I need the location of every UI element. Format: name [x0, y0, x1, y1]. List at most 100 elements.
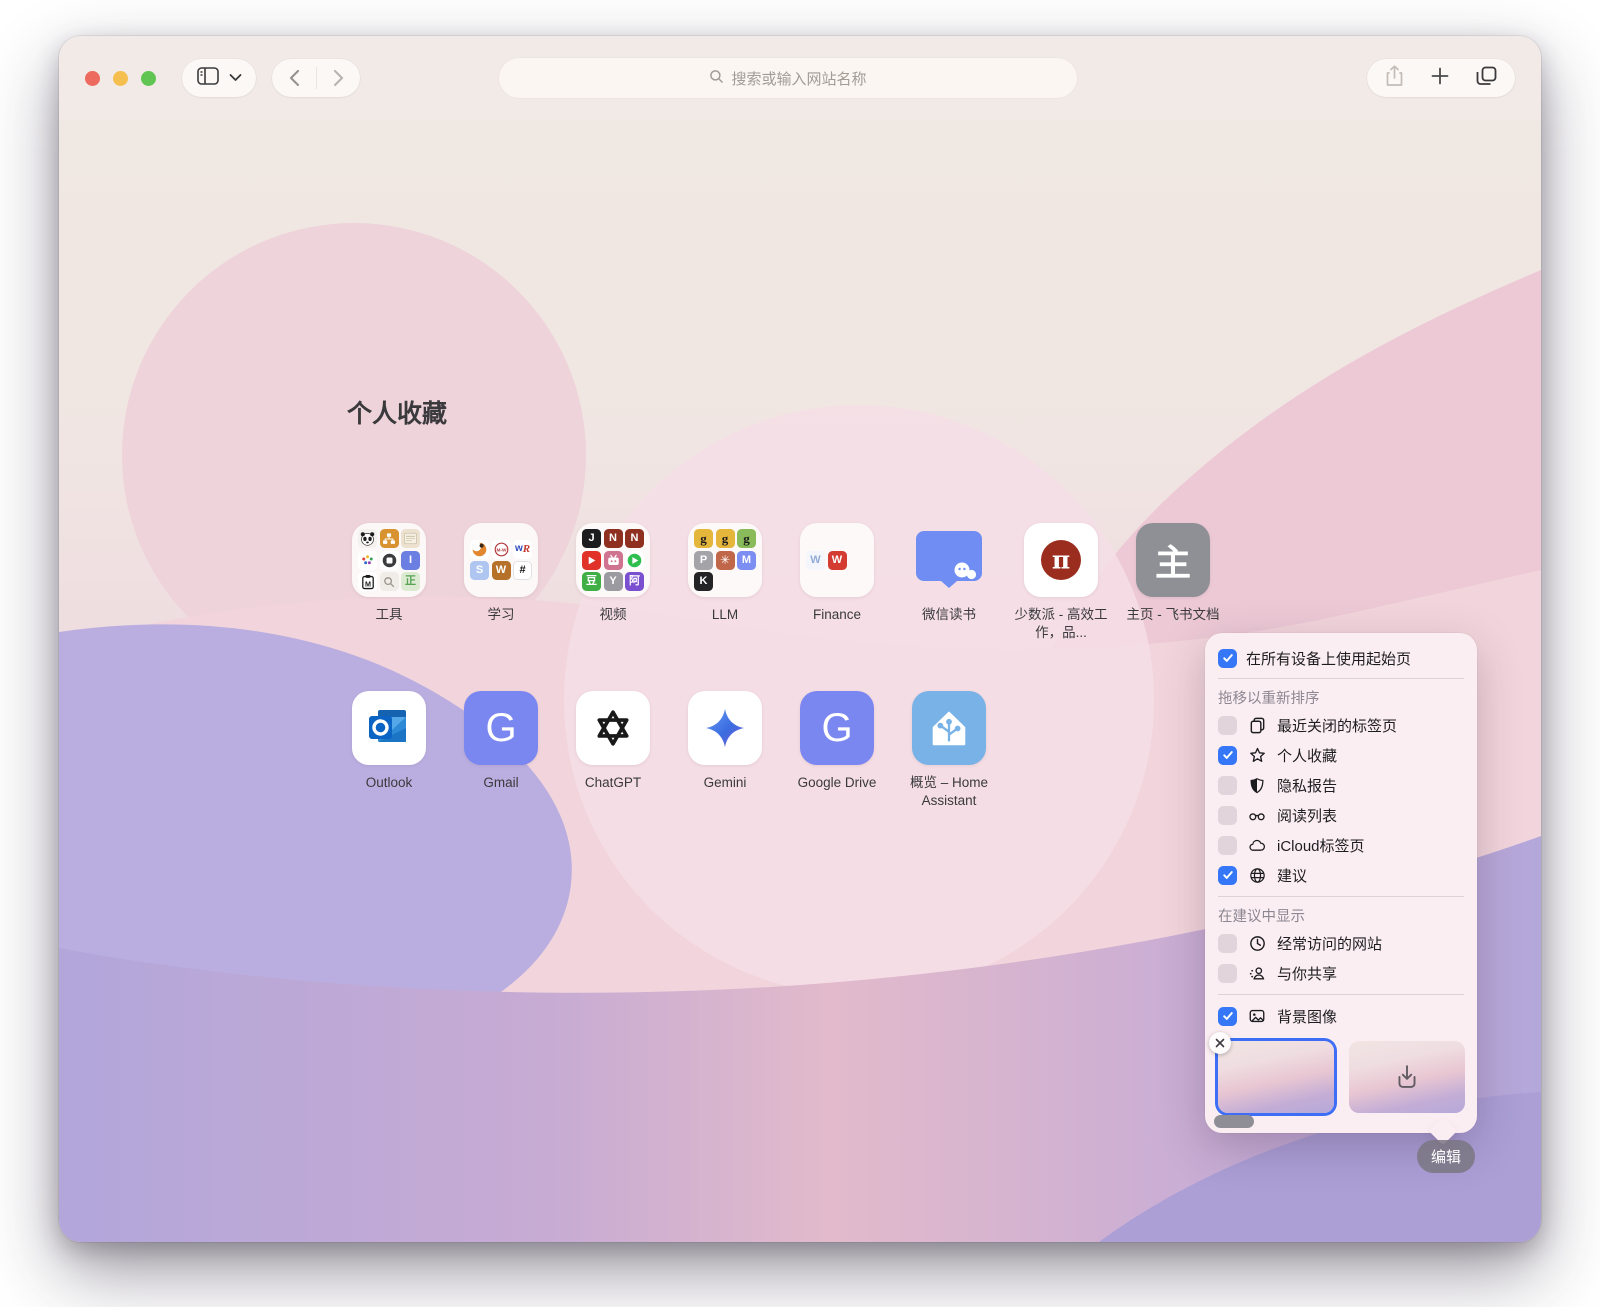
popover-row: 隐私报告 [1218, 770, 1464, 800]
address-search-field[interactable]: 搜索或输入网站名称 [499, 58, 1077, 98]
popover-row: 最近关闭的标签页 [1218, 710, 1464, 740]
favorite-tools[interactable]: IM正工具 [333, 523, 445, 641]
favorites-row-1: IM正工具M-WwRSW#学习JNN豆Y阿视频gggP✳MKLLMWWFinan… [333, 523, 1229, 641]
favorite-feishu-home[interactable]: 主主页 - 飞书文档 [1117, 523, 1229, 641]
letter-mini-icon: W [828, 551, 847, 570]
favorite-study[interactable]: M-WwRSW#学习 [445, 523, 557, 641]
popover-divider [1218, 896, 1464, 897]
checkbox-unchecked[interactable] [1218, 836, 1237, 855]
favorite-label: 主页 - 飞书文档 [1127, 606, 1220, 624]
popover-item-label: 建议 [1277, 865, 1307, 886]
back-button[interactable] [273, 69, 316, 87]
letter-mini-icon: I [401, 551, 420, 570]
letter-mini-icon: J [582, 529, 601, 548]
checkbox-checked[interactable] [1218, 649, 1237, 668]
edit-button[interactable]: 编辑 [1417, 1140, 1475, 1173]
close-window-button[interactable] [85, 71, 100, 86]
popover-section-header: 在建议中显示 [1218, 903, 1464, 928]
letter-mini-icon: g [694, 529, 713, 548]
popover-row: 经常访问的网站 [1218, 928, 1464, 958]
popover-row: 个人收藏 [1218, 740, 1464, 770]
favorite-gmail[interactable]: G Gmail [445, 691, 557, 809]
favorite-outlook[interactable]: Outlook [333, 691, 445, 809]
dark-circle-mini-icon [380, 551, 399, 570]
search-icon [709, 69, 724, 88]
video-play-mini-icon [625, 551, 644, 570]
navigation-group [272, 59, 360, 97]
favorite-wechat-reading[interactable]: 微信读书 [893, 523, 1005, 641]
favorite-chatgpt[interactable]: ChatGPT [557, 691, 669, 809]
crossword-mini-icon: # [513, 561, 532, 580]
wechat-reading-icon [912, 523, 986, 597]
zoom-window-button[interactable] [141, 71, 156, 86]
letter-mini-icon: N [604, 529, 623, 548]
download-icon [1349, 1041, 1465, 1113]
favorite-label: Outlook [366, 774, 413, 792]
safari-window: 搜索或输入网站名称 [59, 36, 1541, 1242]
favorite-label: LLM [712, 606, 738, 624]
letter-mini-icon: 豆 [582, 572, 601, 591]
letter-mini-icon: Y [604, 572, 623, 591]
favorite-gemini[interactable]: Gemini [669, 691, 781, 809]
sidebar-toggle-group[interactable] [182, 59, 256, 97]
popover-divider [1218, 678, 1464, 679]
background-thumbnail-current[interactable] [1218, 1041, 1334, 1113]
claude-mini-icon: ✳ [716, 551, 735, 570]
checkbox-checked[interactable] [1218, 866, 1237, 885]
checkbox-unchecked[interactable] [1218, 806, 1237, 825]
youtube-mini-icon [582, 551, 601, 570]
minimize-window-button[interactable] [113, 71, 128, 86]
favorite-google-drive[interactable]: GGoogle Drive [781, 691, 893, 809]
popover-item-label: iCloud标签页 [1277, 835, 1365, 856]
remove-background-button[interactable] [1209, 1032, 1231, 1054]
letter-mini-icon: g [716, 529, 735, 548]
checkbox-checked[interactable] [1218, 746, 1237, 765]
popover-scrollbar[interactable] [1214, 1115, 1254, 1128]
letter-mini-icon: g [737, 529, 756, 548]
favorite-video[interactable]: JNN豆Y阿视频 [557, 523, 669, 641]
checkbox-checked[interactable] [1218, 1007, 1237, 1026]
favorite-sspai[interactable]: π 少数派 - 高效工作，品... [1005, 523, 1117, 641]
background-thumbnail-add[interactable] [1349, 1041, 1465, 1113]
popover-row: 与你共享 [1218, 958, 1464, 988]
new-tab-icon[interactable] [1431, 67, 1449, 90]
folder-icon-video: JNN豆Y阿 [576, 523, 650, 597]
favorite-label: Finance [813, 606, 861, 624]
popover-item-label: 阅读列表 [1277, 805, 1337, 826]
globe-icon [1246, 865, 1268, 885]
gmail-icon: G [464, 691, 538, 765]
google-drive-icon: G [800, 691, 874, 765]
favorite-llm[interactable]: gggP✳MKLLM [669, 523, 781, 641]
shield-icon [1246, 775, 1268, 795]
svg-text:π: π [1052, 546, 1070, 575]
tab-overview-icon[interactable] [1476, 66, 1497, 91]
letter-mini-icon: K [694, 572, 713, 591]
forward-button[interactable] [317, 69, 360, 87]
favorite-label: 少数派 - 高效工作，品... [1010, 606, 1112, 641]
letter-mini-icon: S [470, 561, 489, 580]
folder-icon-tools: IM正 [352, 523, 426, 597]
popover-row: 建议 [1218, 860, 1464, 890]
gemini-icon [688, 691, 762, 765]
cloud-icon [1246, 835, 1268, 855]
sidebar-icon[interactable] [197, 67, 219, 90]
search-placeholder: 搜索或输入网站名称 [731, 68, 866, 89]
magnifier-mini-icon [380, 572, 399, 591]
checkbox-unchecked[interactable] [1218, 934, 1237, 953]
reorder-hint: 拖移以重新排序 [1218, 685, 1464, 710]
checkbox-unchecked[interactable] [1218, 776, 1237, 795]
people-icon [1246, 963, 1268, 983]
popover-divider [1218, 994, 1464, 995]
favorite-finance[interactable]: WWFinance [781, 523, 893, 641]
share-icon[interactable] [1385, 65, 1404, 92]
favorite-home-assistant[interactable]: 概览 – Home Assistant [893, 691, 1005, 809]
chevron-down-icon[interactable] [229, 69, 242, 87]
copy-icon [1246, 715, 1268, 735]
toolbar-actions-group [1367, 59, 1515, 97]
favorite-label: Gmail [483, 774, 518, 792]
checkbox-unchecked[interactable] [1218, 964, 1237, 983]
clipboard-mini-icon: M [358, 572, 377, 591]
checkbox-unchecked[interactable] [1218, 716, 1237, 735]
popover-item-label: 背景图像 [1277, 1006, 1337, 1027]
favorite-label: 概览 – Home Assistant [898, 774, 1000, 809]
